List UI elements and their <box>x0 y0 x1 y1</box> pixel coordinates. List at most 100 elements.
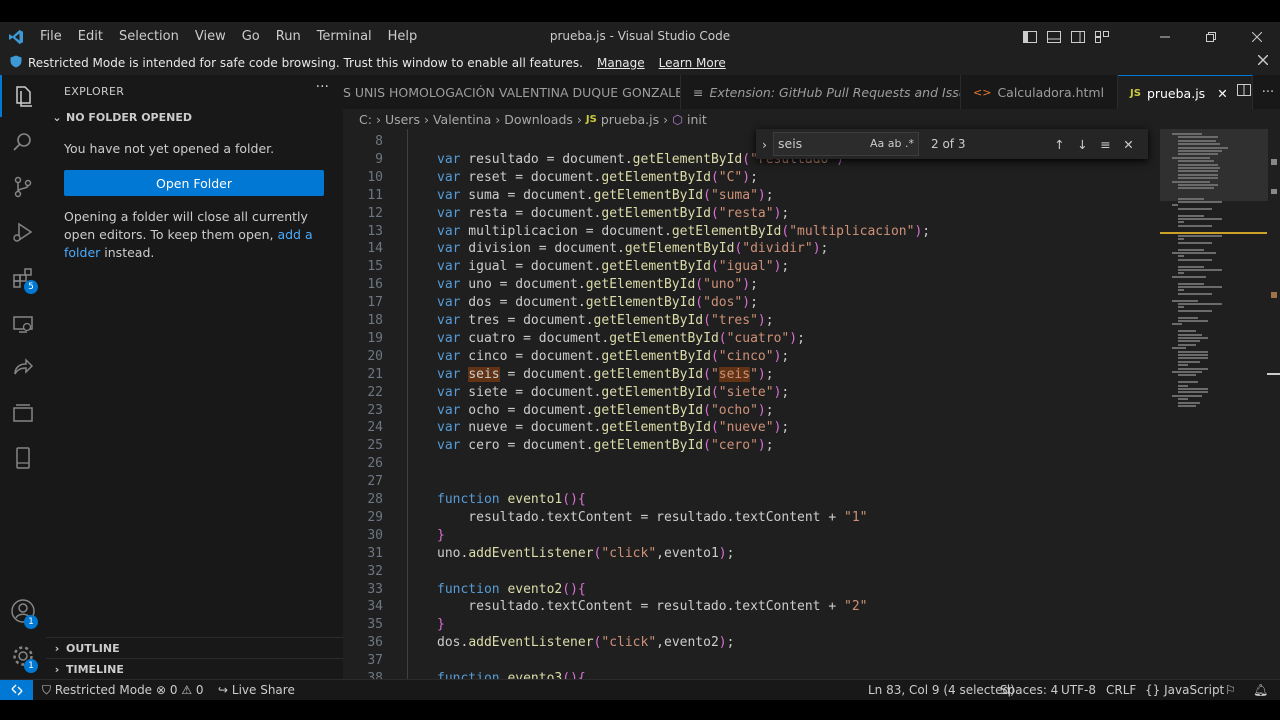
menu-file[interactable]: File <box>32 22 70 51</box>
code-line[interactable]: 14 var division = document.getElementById… <box>343 240 1153 258</box>
code-line[interactable]: 12 var resta = document.getElementById("r… <box>343 205 1153 223</box>
device-icon[interactable] <box>0 437 46 479</box>
menu-view[interactable]: View <box>187 22 234 51</box>
minimap[interactable] <box>1160 129 1280 679</box>
open-folder-button[interactable]: Open Folder <box>64 170 324 196</box>
breadcrumb-drive[interactable]: C: <box>359 112 372 127</box>
match-count: 2 of 3 <box>931 137 966 151</box>
close-banner-icon[interactable] <box>1257 54 1269 68</box>
remote-explorer-icon[interactable] <box>0 303 46 345</box>
breadcrumb-file[interactable]: prueba.js <box>601 112 659 127</box>
code-line[interactable]: 31 uno.addEventListener("click",evento1); <box>343 545 1153 563</box>
code-line[interactable]: 13 var multiplicacion = document.getEleme… <box>343 223 1153 241</box>
tabs-icon[interactable] <box>0 392 46 434</box>
more-actions-icon[interactable]: ··· <box>316 79 329 95</box>
code-line[interactable]: 29 resultado.textContent = resultado.tex… <box>343 509 1153 527</box>
tab-extension-github[interactable]: ≡ Extension: GitHub Pull Requests and Is… <box>681 75 961 109</box>
encoding[interactable]: UTF-8 <box>1061 680 1096 700</box>
minimap-line <box>1178 306 1184 309</box>
code-line[interactable]: 35} <box>343 616 1153 634</box>
learn-more-link[interactable]: Learn More <box>659 56 726 70</box>
manage-gear-icon[interactable]: 1 <box>0 635 46 677</box>
toggle-primary-sidebar-icon[interactable] <box>1018 22 1042 51</box>
customize-layout-icon[interactable] <box>1090 22 1114 51</box>
close-window-icon[interactable] <box>1234 22 1280 51</box>
indentation[interactable]: Spaces: 4 <box>1000 680 1058 700</box>
toggle-panel-icon[interactable] <box>1042 22 1066 51</box>
timeline-section[interactable]: › TIMELINE <box>46 658 343 680</box>
menu-selection[interactable]: Selection <box>111 22 187 51</box>
tab-homologacion[interactable]: S UNIS HOMOLOGACIÓN VALENTINA DUQUE GONZ… <box>343 75 681 109</box>
code-line[interactable]: 16 var uno = document.getElementById("uno… <box>343 276 1153 294</box>
line-number: 36 <box>367 635 383 651</box>
find-options[interactable]: Aa ab .* <box>870 133 914 155</box>
live-share-icon[interactable] <box>0 347 46 389</box>
breadcrumb-users[interactable]: Users <box>385 112 420 127</box>
manage-link[interactable]: Manage <box>597 56 645 70</box>
no-folder-section-header[interactable]: ⌄ NO FOLDER OPENED <box>50 111 192 124</box>
feedback-icon[interactable]: ⚐ <box>1225 680 1236 700</box>
close-find-icon[interactable]: ✕ <box>1117 137 1140 152</box>
code-line[interactable]: 33 function evento2(){ <box>343 581 1153 599</box>
tab-calculadora[interactable]: <> Calculadora.html <box>961 75 1118 109</box>
code-line[interactable]: 18 var tres = document.getElementById("tr… <box>343 312 1153 330</box>
code-editor[interactable]: 8 9 var resultado = document.getElementByI… <box>343 129 1280 679</box>
split-editor-icon[interactable] <box>1232 84 1256 100</box>
search-icon[interactable] <box>0 121 46 163</box>
code-line[interactable]: 23 var ocho = document.getElementById("oc… <box>343 402 1153 420</box>
language-mode[interactable]: {} JavaScript <box>1145 680 1224 700</box>
outline-section[interactable]: › OUTLINE <box>46 637 343 659</box>
source-control-icon[interactable] <box>0 166 46 208</box>
menu-terminal[interactable]: Terminal <box>309 22 380 51</box>
code-line[interactable]: 26 <box>343 455 1153 473</box>
menu-edit[interactable]: Edit <box>70 22 111 51</box>
breadcrumb-valentina[interactable]: Valentina <box>433 112 491 127</box>
code-line[interactable]: 24 var nueve = document.getElementById("n… <box>343 419 1153 437</box>
code-line[interactable]: 27 <box>343 473 1153 491</box>
code-line[interactable]: 34 resultado.textContent = resultado.tex… <box>343 598 1153 616</box>
extensions-icon[interactable]: 5 <box>0 257 46 299</box>
previous-match-icon[interactable]: ↑ <box>1048 137 1071 152</box>
breadcrumb-downloads[interactable]: Downloads <box>504 112 573 127</box>
code-line[interactable]: 38 function evento3(){ <box>343 670 1153 679</box>
explorer-icon[interactable] <box>0 75 46 117</box>
code-line[interactable]: 15 var igual = document.getElementById("i… <box>343 258 1153 276</box>
menu-help[interactable]: Help <box>380 22 426 51</box>
restricted-mode-status[interactable]: ⛉ Restricted Mode <box>42 680 152 700</box>
problems-status[interactable]: ⊗ 0 ⚠ 0 <box>156 680 204 700</box>
accounts-icon[interactable]: 1 <box>0 590 46 632</box>
code-line[interactable]: 28 function evento1(){ <box>343 491 1153 509</box>
menu-go[interactable]: Go <box>234 22 268 51</box>
editor-scrollbar[interactable] <box>1267 129 1280 679</box>
live-share-status[interactable]: ↪ Live Share <box>218 680 295 700</box>
code-line[interactable]: 25 var cero = document.getElementById("ce… <box>343 437 1153 455</box>
run-debug-icon[interactable] <box>0 211 46 253</box>
code-line[interactable]: 36 dos.addEventListener("click",evento2); <box>343 634 1153 652</box>
code-line[interactable]: 30} <box>343 527 1153 545</box>
code-line[interactable]: 21 var seis = document.getElementById("se… <box>343 366 1153 384</box>
restore-icon[interactable] <box>1188 22 1234 51</box>
notifications-icon[interactable]: 🔔︎ <box>1253 680 1268 700</box>
find-input[interactable]: seis Aa ab .* <box>773 132 919 156</box>
toggle-replace-icon[interactable]: › <box>762 137 767 152</box>
next-match-icon[interactable]: ↓ <box>1071 137 1094 152</box>
remote-indicator-icon[interactable] <box>0 680 33 700</box>
menu-run[interactable]: Run <box>268 22 309 51</box>
code-line[interactable]: 10 var reset = document.getElementById("C… <box>343 169 1153 187</box>
line-ending[interactable]: CRLF <box>1106 680 1136 700</box>
shield-icon: ⛉ <box>42 683 52 697</box>
breadcrumb-symbol[interactable]: init <box>687 112 707 127</box>
code-line[interactable]: 17 var dos = document.getElementById("dos… <box>343 294 1153 312</box>
code-line[interactable]: 20 var cinco = document.getElementById("c… <box>343 348 1153 366</box>
code-line[interactable]: 11 var suma = document.getElementById("su… <box>343 187 1153 205</box>
find-in-selection-icon[interactable]: ≡ <box>1094 137 1117 152</box>
cursor-position[interactable]: Ln 83, Col 9 (4 selected) <box>868 680 1015 700</box>
code-line[interactable]: 22 var siete = document.getElementById("s… <box>343 384 1153 402</box>
close-tab-icon[interactable]: ✕ <box>1217 86 1227 101</box>
tab-more-actions-icon[interactable]: ··· <box>1256 85 1280 100</box>
code-line[interactable]: 19 var cuatro = document.getElementById("… <box>343 330 1153 348</box>
toggle-secondary-sidebar-icon[interactable] <box>1066 22 1090 51</box>
minimize-icon[interactable] <box>1142 22 1188 51</box>
code-line[interactable]: 37 <box>343 652 1153 670</box>
code-line[interactable]: 32 <box>343 563 1153 581</box>
